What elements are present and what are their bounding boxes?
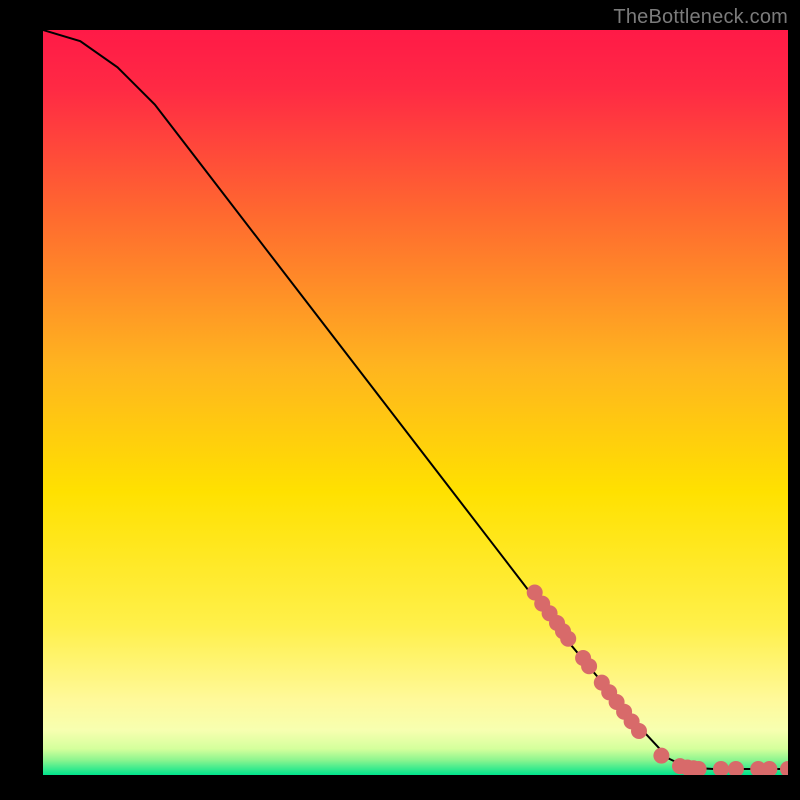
- data-marker: [631, 723, 647, 739]
- data-marker: [581, 658, 597, 674]
- chart-frame: TheBottleneck.com: [0, 0, 800, 800]
- gradient-background: [43, 30, 788, 775]
- attribution-text: TheBottleneck.com: [613, 6, 788, 29]
- plot-area: [43, 30, 788, 775]
- data-marker: [560, 631, 576, 647]
- data-marker: [653, 748, 669, 764]
- chart-svg: [43, 30, 788, 775]
